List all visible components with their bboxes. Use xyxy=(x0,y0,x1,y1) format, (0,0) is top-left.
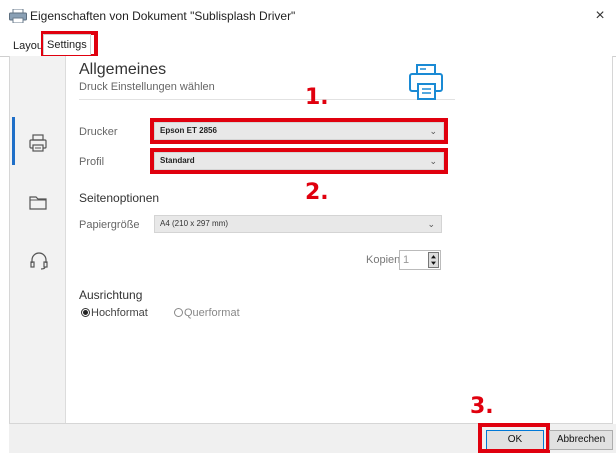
close-button[interactable]: × xyxy=(588,6,612,26)
drucker-label: Drucker xyxy=(79,126,118,138)
chevron-down-icon: ⌄ xyxy=(429,126,437,136)
section-subtitle: Druck Einstellungen wählen xyxy=(79,81,215,93)
profil-label: Profil xyxy=(79,156,105,168)
papiergroesse-select[interactable]: A4 (210 x 297 mm) ⌄ xyxy=(154,215,442,233)
headset-icon[interactable] xyxy=(29,251,49,271)
ok-button[interactable]: OK xyxy=(486,430,544,450)
chevron-down-icon: ⌄ xyxy=(429,156,437,166)
drucker-select[interactable]: Epson ET 2856 ⌄ xyxy=(154,122,444,140)
seitenoptionen-heading: Seitenoptionen xyxy=(79,191,160,205)
settings-panel xyxy=(9,56,613,424)
chevron-down-icon: ⌄ xyxy=(427,219,435,229)
annotation-step-3: 3. xyxy=(470,394,494,419)
radio-querformat[interactable]: Querformat xyxy=(174,307,240,319)
radio-hochformat-label: Hochformat xyxy=(91,307,148,319)
window-title: Eigenschaften von Dokument "Sublisplash … xyxy=(30,9,296,23)
radio-hochformat[interactable]: Hochformat xyxy=(81,307,148,319)
radio-selected-icon xyxy=(81,308,90,317)
sidebar xyxy=(10,56,66,423)
annotation-step-1: 1. xyxy=(305,85,329,110)
drucker-select-value: Epson ET 2856 xyxy=(160,126,217,135)
annotation-step-2: 2. xyxy=(305,180,329,205)
kopien-spinner[interactable] xyxy=(428,252,439,268)
ausrichtung-heading: Ausrichtung xyxy=(79,288,143,302)
sidebar-active-indicator xyxy=(12,117,15,165)
section-title: Allgemeines xyxy=(79,61,167,78)
tab-strip: Layout Settings xyxy=(0,34,616,57)
printer-icon[interactable] xyxy=(28,133,48,153)
header-divider xyxy=(79,99,455,100)
tab-settings[interactable]: Settings xyxy=(43,34,91,55)
radio-unselected-icon xyxy=(174,308,183,317)
printer-window-icon xyxy=(9,9,27,23)
papiergroesse-label: Papiergröße xyxy=(79,219,140,231)
kopien-label: Kopien xyxy=(366,254,401,266)
cancel-button[interactable]: Abbrechen xyxy=(549,430,613,450)
printer-large-icon xyxy=(409,64,443,100)
folder-icon[interactable] xyxy=(28,193,48,213)
profil-select-value: Standard xyxy=(160,156,195,165)
radio-querformat-label: Querformat xyxy=(184,307,240,319)
papiergroesse-select-value: A4 (210 x 297 mm) xyxy=(160,219,229,228)
profil-select[interactable]: Standard ⌄ xyxy=(154,152,444,170)
